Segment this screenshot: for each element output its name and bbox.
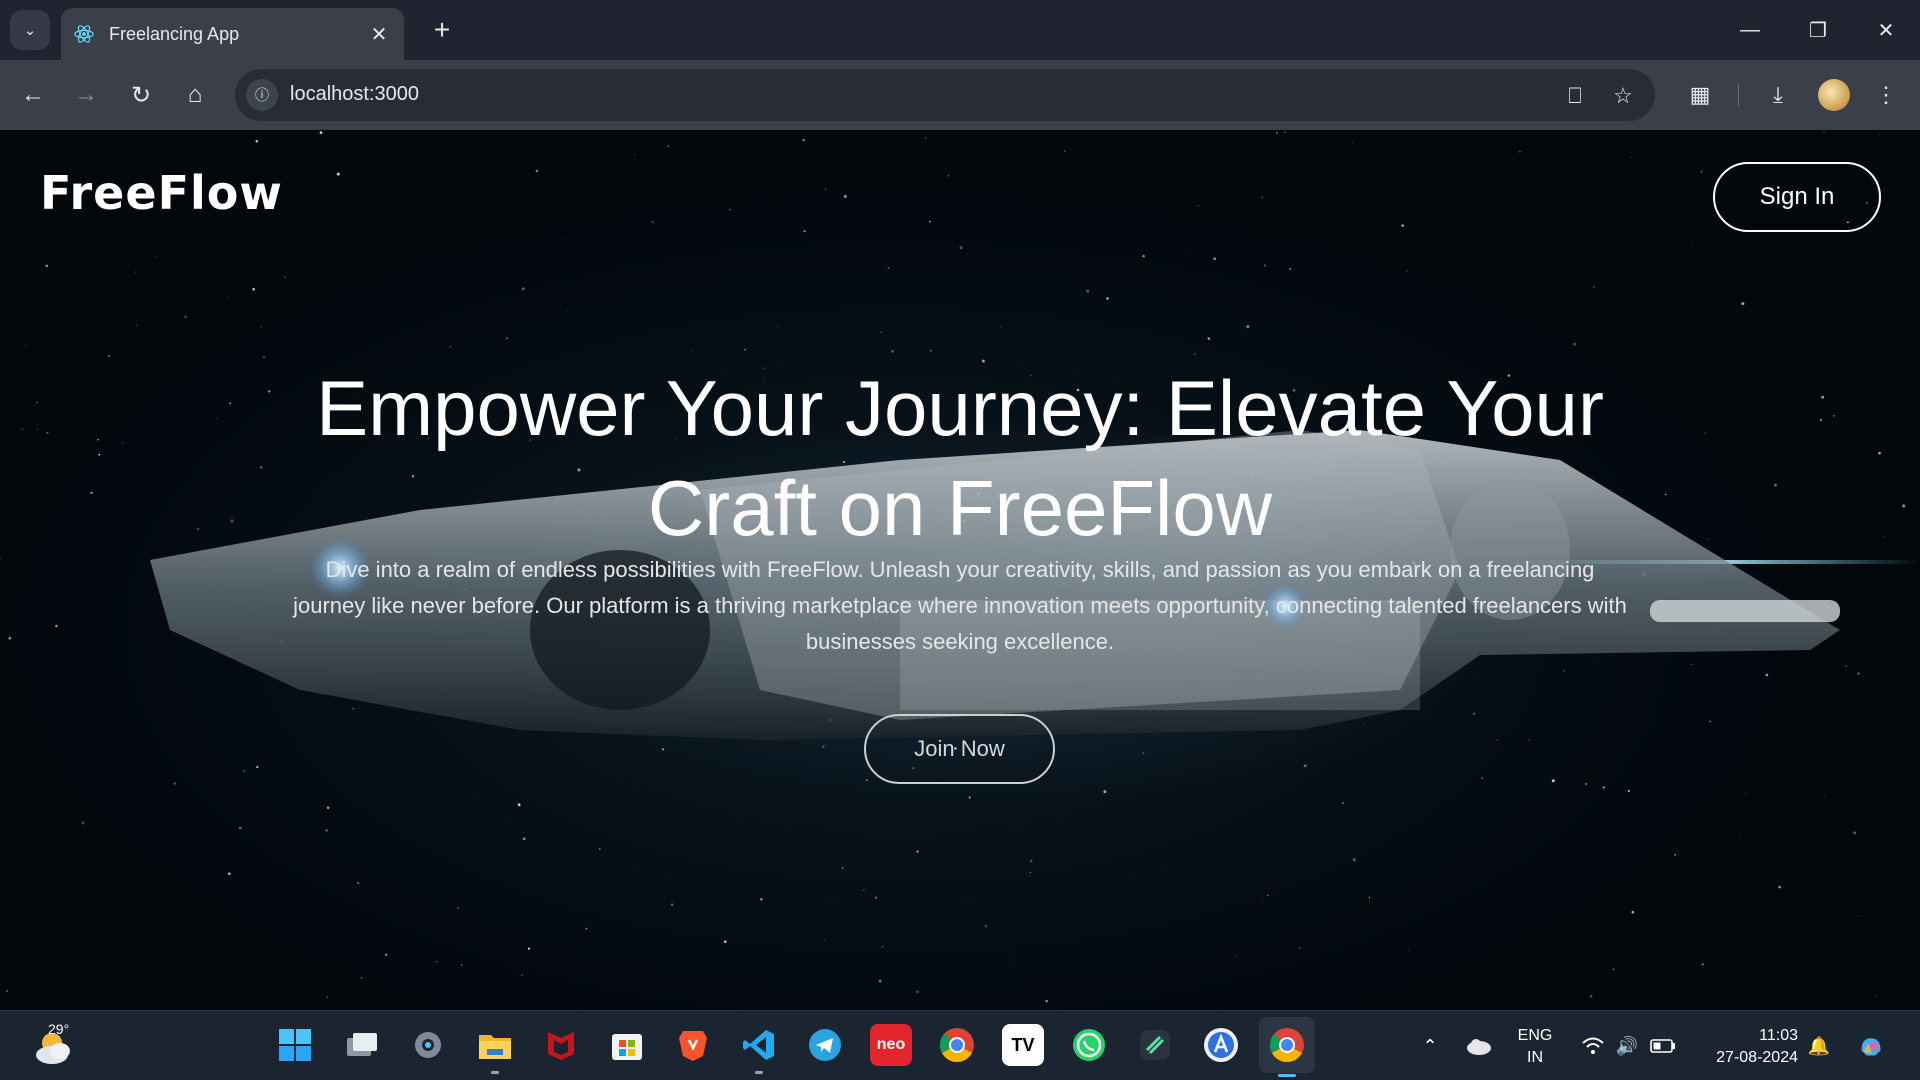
system-clock[interactable]: 11:03 27-08-2024 xyxy=(1698,1025,1798,1069)
whatsapp-icon[interactable] xyxy=(1068,1024,1110,1066)
browser-toolbar: ← → ↻ ⌂ ⓘ localhost:3000 ⎕ ☆ ▦ ⤓ ⋮ xyxy=(0,60,1920,130)
tab-close-icon[interactable]: ✕ xyxy=(366,22,392,47)
hero-description: Dive into a realm of endless possibiliti… xyxy=(293,557,1627,654)
install-app-icon[interactable]: ⎕ xyxy=(1560,81,1590,111)
notification-bell-icon[interactable]: 🔔 xyxy=(1806,1033,1832,1059)
tab-title: Freelancing App xyxy=(109,23,240,44)
microsoft-store-icon[interactable] xyxy=(606,1024,648,1066)
freeflow-logo[interactable]: FreeFlow xyxy=(40,166,283,220)
running-indicator xyxy=(755,1071,763,1074)
window-controls: — ❐ ✕ xyxy=(1716,0,1920,60)
landing-page: FreeFlow Sign In Empower Your Journey: E… xyxy=(0,130,1920,1010)
download-icon[interactable]: ⤓ xyxy=(1758,75,1798,115)
sign-in-button[interactable]: Sign In xyxy=(1713,162,1881,232)
tab-search-button[interactable]: ⌄ xyxy=(10,10,50,50)
join-now-button[interactable]: Join Now xyxy=(864,714,1055,784)
minimize-icon[interactable]: — xyxy=(1716,0,1784,60)
settings-icon[interactable] xyxy=(407,1024,449,1066)
hero-title: Empower Your Journey: Elevate Your Craft… xyxy=(316,364,1604,552)
restore-icon[interactable]: ❐ xyxy=(1784,0,1852,60)
clock-time: 11:03 xyxy=(1759,1027,1798,1044)
browser-tab-active[interactable]: Freelancing App ✕ xyxy=(61,8,404,60)
bookmark-star-icon[interactable]: ☆ xyxy=(1608,81,1638,111)
browser-tab-strip: ⌄ Freelancing App ✕ + — ❐ ✕ xyxy=(0,0,1920,60)
onedrive-cloud-icon[interactable] xyxy=(1466,1033,1492,1059)
volume-icon[interactable]: 🔊 xyxy=(1614,1033,1640,1059)
copilot-icon[interactable] xyxy=(1858,1033,1884,1059)
linear-icon[interactable] xyxy=(1134,1024,1176,1066)
home-icon[interactable]: ⌂ xyxy=(175,75,215,115)
react-atom-icon xyxy=(74,25,94,43)
back-icon[interactable]: ← xyxy=(13,75,53,115)
vscode-icon[interactable] xyxy=(738,1024,780,1074)
region-code: IN xyxy=(1527,1049,1543,1066)
running-indicator xyxy=(491,1071,499,1074)
active-indicator xyxy=(1278,1074,1296,1077)
url-text[interactable]: localhost:3000 xyxy=(290,83,419,106)
windows-start-icon[interactable] xyxy=(274,1024,316,1066)
reload-icon[interactable]: ↻ xyxy=(121,75,161,115)
language-code: ENG xyxy=(1517,1027,1553,1044)
task-view-icon[interactable] xyxy=(341,1024,383,1066)
neo-icon[interactable]: neo xyxy=(870,1024,912,1066)
wifi-icon[interactable] xyxy=(1580,1033,1606,1059)
new-tab-button[interactable]: + xyxy=(424,12,460,48)
battery-icon[interactable] xyxy=(1650,1033,1676,1059)
chrome-active-icon[interactable] xyxy=(1259,1017,1315,1077)
more-menu-icon[interactable]: ⋮ xyxy=(1866,75,1906,115)
mcafee-icon[interactable] xyxy=(540,1024,582,1066)
profile-avatar[interactable] xyxy=(1818,79,1850,111)
clock-date: 27-08-2024 xyxy=(1716,1049,1798,1066)
close-window-icon[interactable]: ✕ xyxy=(1852,0,1920,60)
tradingview-icon[interactable]: TV xyxy=(1002,1024,1044,1066)
brave-icon[interactable] xyxy=(672,1024,714,1066)
forward-icon[interactable]: → xyxy=(66,75,106,115)
show-hidden-icons-chevron[interactable]: ⌃ xyxy=(1417,1033,1443,1059)
site-info-icon[interactable]: ⓘ xyxy=(246,79,278,111)
language-indicator[interactable]: ENG IN xyxy=(1515,1025,1555,1069)
telegram-icon[interactable] xyxy=(804,1024,846,1066)
extensions-icon[interactable]: ▦ xyxy=(1680,75,1720,115)
windows-taskbar: 29° neo TV ⌃ ENG IN 🔊 11:03 27-08-2024 🔔 xyxy=(0,1010,1920,1080)
address-bar[interactable]: ⓘ localhost:3000 ⎕ ☆ xyxy=(235,69,1655,121)
chevron-down-icon: ⌄ xyxy=(23,22,37,39)
file-explorer-icon[interactable] xyxy=(474,1024,516,1074)
chrome-icon[interactable] xyxy=(936,1024,978,1066)
app-store-icon[interactable] xyxy=(1200,1024,1242,1066)
weather-temperature: 29° xyxy=(48,1021,70,1037)
toolbar-divider xyxy=(1738,84,1739,106)
